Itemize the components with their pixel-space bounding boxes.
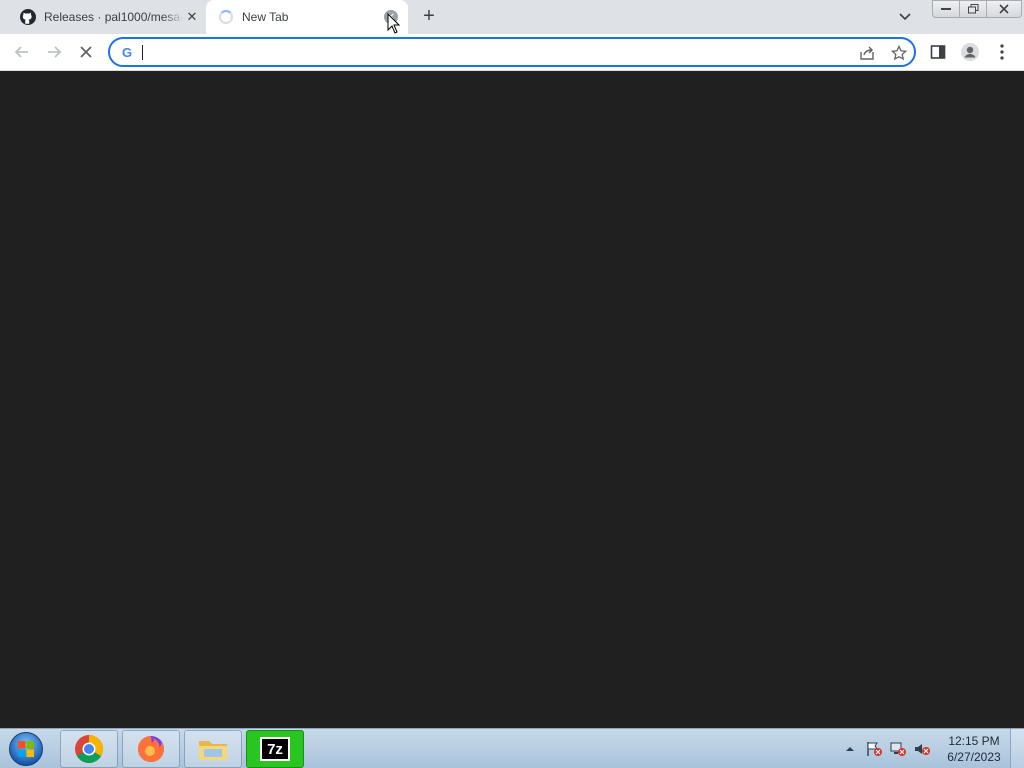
window-controls [932, 0, 1022, 18]
browser-toolbar: G [0, 34, 1024, 71]
windows-logo-icon [9, 732, 43, 766]
7zip-icon: 7z [260, 737, 290, 761]
github-icon [20, 9, 36, 25]
address-input[interactable] [144, 41, 824, 63]
action-center-flag-icon[interactable] [865, 740, 883, 758]
screen: Releases · pal1000/mesa- ✕ New Tab ✕ + [0, 0, 1024, 768]
bookmark-star-icon[interactable] [889, 43, 909, 63]
taskbar-chrome[interactable] [60, 730, 118, 768]
restore-button[interactable] [959, 0, 987, 18]
start-button[interactable] [6, 731, 46, 767]
close-tab-icon[interactable]: ✕ [184, 9, 200, 25]
network-icon[interactable] [889, 740, 907, 758]
tab-title: Releases · pal1000/mesa- [44, 10, 184, 24]
show-hidden-icons-icon[interactable] [841, 740, 859, 758]
tab-strip: Releases · pal1000/mesa- ✕ New Tab ✕ + [0, 0, 1024, 34]
show-desktop-button[interactable] [1010, 729, 1024, 768]
new-tab-button[interactable]: + [418, 5, 440, 27]
mouse-cursor-icon [387, 13, 401, 34]
forward-arrow-icon [48, 46, 62, 58]
tab-title: New Tab [242, 10, 289, 24]
tab-new-tab[interactable]: New Tab ✕ [206, 0, 408, 34]
close-window-button[interactable] [986, 0, 1022, 18]
profile-avatar-icon[interactable] [958, 40, 982, 64]
taskbar-clock[interactable]: 12:15 PM 6/27/2023 [944, 733, 1004, 765]
tab-github-releases[interactable]: Releases · pal1000/mesa- ✕ [8, 0, 208, 34]
clock-date: 6/27/2023 [947, 750, 1001, 764]
text-cursor [142, 45, 143, 60]
tab-search-chevron-icon[interactable] [895, 8, 915, 26]
taskbar-firefox[interactable] [122, 730, 180, 768]
clock-time: 12:15 PM [948, 734, 1000, 748]
chrome-icon [75, 735, 103, 763]
system-tray: 12:15 PM 6/27/2023 [838, 729, 1024, 768]
page-content [0, 71, 1024, 728]
forward-button[interactable] [42, 40, 66, 64]
taskbar-7zip[interactable]: 7z [246, 730, 304, 768]
address-bar[interactable]: G [108, 37, 916, 67]
folder-icon [199, 741, 227, 760]
side-panel-icon[interactable] [926, 40, 950, 64]
minimize-button[interactable] [932, 0, 960, 18]
taskbar-file-explorer[interactable] [184, 730, 242, 768]
loading-spinner-icon [218, 9, 234, 25]
google-icon: G [121, 44, 133, 60]
menu-kebab-icon[interactable] [990, 40, 1014, 64]
share-icon[interactable] [857, 43, 877, 63]
back-button[interactable] [10, 40, 34, 64]
taskbar: 7z 12:15 PM 6/27/2023 [0, 728, 1024, 768]
volume-muted-icon[interactable] [913, 740, 931, 758]
back-arrow-icon [14, 46, 28, 58]
firefox-icon [138, 736, 164, 762]
stop-loading-button[interactable] [74, 40, 98, 64]
stop-icon [80, 46, 92, 58]
